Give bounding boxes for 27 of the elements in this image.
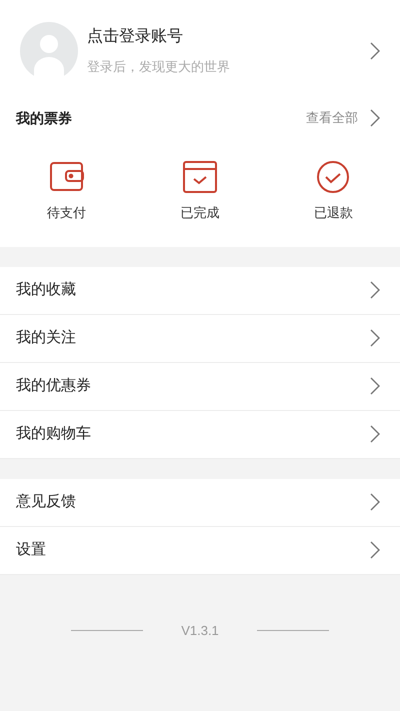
calendar-check-icon <box>182 160 218 194</box>
login-title: 点击登录账号 <box>87 26 184 48</box>
avatar-icon <box>20 22 78 80</box>
menu-item[interactable]: 我的优惠券 <box>0 362 400 410</box>
section-title: 我的票券 <box>16 108 72 128</box>
chevron-right-icon <box>370 42 380 60</box>
ticket-status-button[interactable]: 待支付 <box>0 160 134 222</box>
chevron-right-icon <box>370 329 380 347</box>
chevron-right-icon <box>370 493 380 511</box>
chevron-right-icon <box>370 425 380 443</box>
wallet-icon <box>48 160 85 194</box>
menu-item[interactable]: 我的收藏 <box>0 266 400 314</box>
chevron-right-icon <box>370 281 380 299</box>
chevron-right-icon <box>370 377 380 395</box>
version-label: V1.3.1 <box>181 622 219 640</box>
menu-item[interactable]: 我的关注 <box>0 314 400 362</box>
profile-row[interactable]: 点击登录账号 登录后，发现更大的世界 <box>0 0 400 98</box>
login-subtitle: 登录后，发现更大的世界 <box>87 58 231 76</box>
chevron-right-icon <box>370 541 380 559</box>
chevron-right-icon <box>370 109 380 127</box>
check-circle-icon <box>315 160 352 194</box>
ticket-status-button[interactable]: 已退款 <box>266 160 400 222</box>
view-all-link[interactable]: 查看全部 <box>306 108 380 128</box>
menu-item[interactable]: 设置 <box>0 526 400 574</box>
menu-item[interactable]: 我的购物车 <box>0 410 400 458</box>
ticket-status-button[interactable]: 已完成 <box>133 160 267 222</box>
menu-item[interactable]: 意见反馈 <box>0 478 400 526</box>
